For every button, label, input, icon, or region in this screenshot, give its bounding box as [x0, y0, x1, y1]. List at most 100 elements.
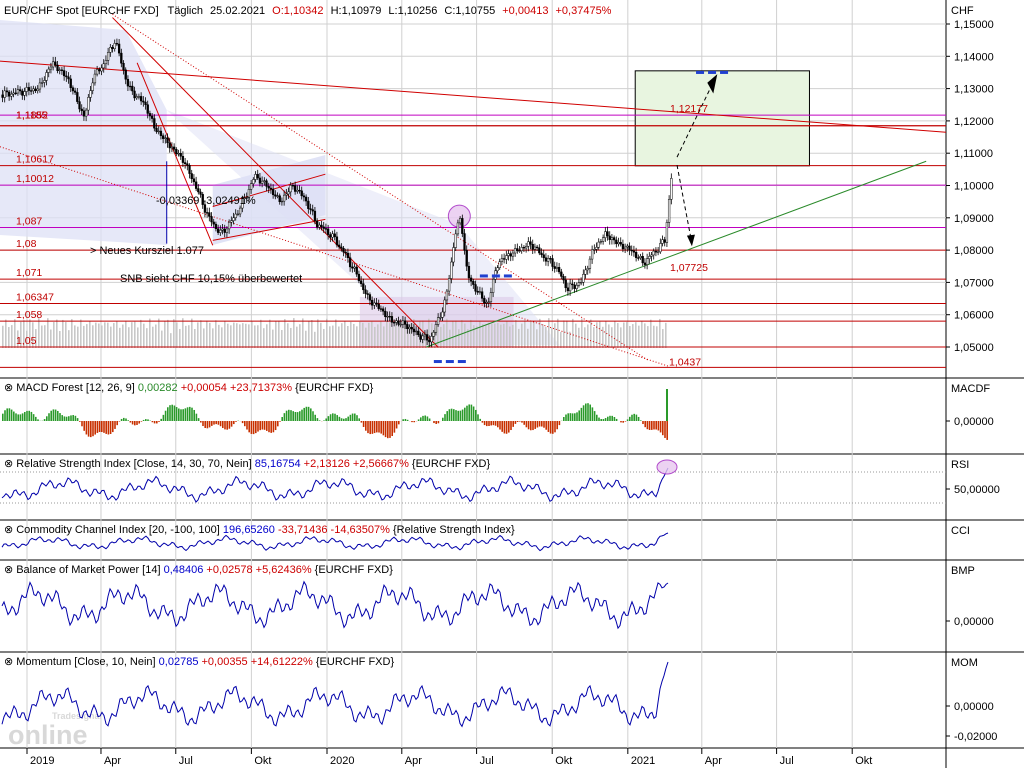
macd-bar [593, 411, 596, 421]
volume-bar [494, 323, 496, 348]
candle-body [234, 213, 237, 219]
candle-body [164, 137, 167, 139]
volume-bar [5, 319, 7, 348]
macd-bar [358, 418, 360, 421]
macd-bar [180, 409, 182, 421]
macd-bar [65, 416, 68, 421]
candle-body [538, 247, 541, 254]
macd-bar [274, 421, 277, 431]
candle-body [51, 61, 55, 68]
macd-bar [156, 421, 158, 424]
candle-body [271, 188, 275, 196]
macd-bar [336, 415, 338, 421]
macd-bar [604, 418, 607, 421]
candle-body [256, 174, 259, 179]
level-label: 1,06347 [16, 291, 54, 303]
volume-bar [302, 318, 304, 348]
candle-body [392, 322, 396, 324]
macd-bar [556, 421, 558, 430]
macd-bar [492, 421, 495, 426]
candle-body [111, 47, 114, 49]
indicator-legend: ⊗ Balance of Market Power [14] 0,48406 +0… [4, 564, 393, 576]
volume-bar [509, 326, 511, 348]
x-tick-label: Jul [780, 755, 794, 767]
candle-body [153, 118, 156, 129]
macd-bar [655, 421, 657, 430]
candle-body [612, 237, 616, 241]
volume-bar [452, 321, 454, 348]
macd-bar [662, 421, 664, 436]
x-tick-label: Jul [480, 755, 494, 767]
macd-bar [508, 421, 510, 433]
candle-body [76, 92, 79, 102]
volume-bar [188, 325, 190, 348]
macd-bar [653, 421, 655, 430]
candle-body [419, 334, 422, 340]
candle-body [190, 173, 193, 180]
candle-body [18, 89, 22, 92]
candle-body [260, 180, 264, 184]
indicator-axis-title: RSI [951, 459, 969, 471]
candle-body [296, 189, 299, 192]
candle-body [555, 267, 559, 269]
volume-bar [596, 322, 598, 348]
macd-bar [545, 421, 547, 430]
macd-bar [305, 406, 308, 421]
volume-bar [251, 321, 253, 348]
macd-bar [345, 418, 347, 421]
volume-bar [203, 328, 205, 348]
marker-dash [696, 70, 705, 74]
watermark-brand: online [8, 720, 88, 750]
volume-bar [113, 323, 115, 348]
macd-bar [224, 421, 226, 430]
volume-bar [206, 320, 208, 348]
volume-bar [56, 319, 58, 348]
macd-bar [371, 421, 374, 434]
volume-bar [209, 322, 211, 348]
macd-bar [365, 421, 367, 431]
candle-body [84, 109, 88, 117]
macd-bar [72, 415, 74, 421]
macd-bar [219, 421, 222, 427]
volume-bar [551, 327, 553, 348]
macd-bar [411, 421, 413, 423]
macd-bar [609, 415, 611, 421]
candle-body [175, 149, 178, 155]
macd-bar [343, 418, 345, 421]
candle-body [472, 281, 475, 285]
annotation-change: -0,03369 -3,02491% [156, 195, 256, 207]
volume-bar [233, 322, 235, 348]
candle-body [377, 303, 380, 309]
indicator-legend: ⊗ Relative Strength Index [Close, 14, 30,… [4, 458, 490, 470]
macd-bar [120, 418, 123, 421]
candle-body [298, 189, 301, 192]
volume-bar [656, 326, 658, 348]
macd-bar [523, 421, 525, 425]
macd-bar [349, 414, 352, 421]
indicator-axis-title: MOM [951, 657, 978, 669]
candle-body [278, 195, 281, 203]
macd-bar [105, 421, 107, 434]
candle-body [608, 235, 611, 240]
candle-body [461, 218, 464, 234]
macd-bar [356, 415, 358, 421]
candle-body [489, 292, 493, 303]
candle-body [304, 196, 308, 202]
macd-bar [21, 413, 24, 421]
candle-body [439, 317, 442, 319]
macd-bar [589, 404, 591, 421]
candle-body [131, 85, 134, 92]
macd-bar [79, 421, 81, 422]
volume-bar [191, 318, 193, 348]
candle-body [348, 257, 352, 268]
macd-bar [59, 413, 61, 421]
volume-bar [380, 321, 382, 348]
volume-bar [482, 324, 484, 348]
volume-bar [182, 318, 184, 348]
legend-part: Relative Strength Index [Close, 14, 30, … [16, 458, 254, 470]
candle-body [139, 96, 143, 102]
candle-body [634, 251, 638, 258]
volume-bar [518, 328, 520, 348]
candle-body [10, 93, 13, 97]
candle-body [238, 207, 242, 215]
